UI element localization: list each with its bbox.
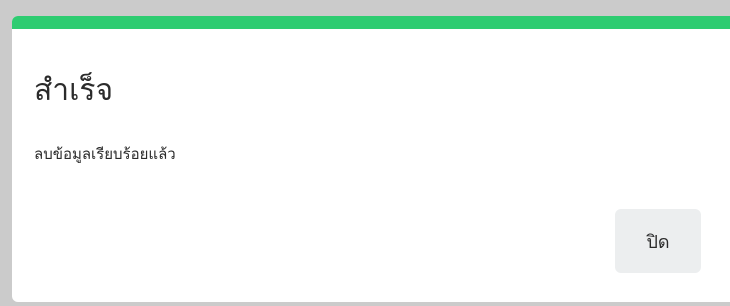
dialog-message: ลบข้อมูลเรียบร้อยแล้ว	[34, 145, 176, 163]
dialog-title: สำเร็จ	[34, 73, 114, 108]
success-dialog: สำเร็จ ลบข้อมูลเรียบร้อยแล้ว ปิด	[12, 16, 730, 302]
close-button[interactable]: ปิด	[615, 209, 701, 273]
success-accent-bar	[12, 16, 730, 29]
